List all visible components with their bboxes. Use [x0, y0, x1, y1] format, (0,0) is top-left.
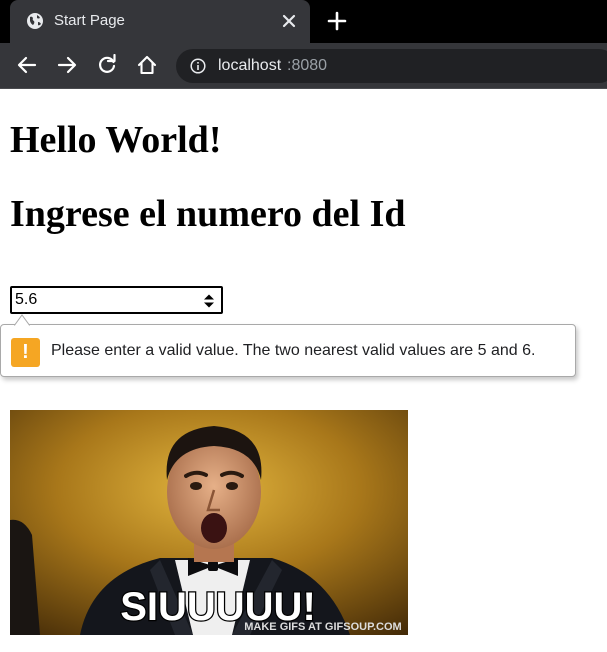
browser-tabstrip: Start Page: [0, 0, 607, 43]
heading-ingrese-id: Ingrese el numero del Id: [10, 193, 406, 235]
url-host: localhost: [218, 57, 282, 74]
id-number-input[interactable]: 5.6: [10, 286, 223, 314]
tab-title: Start Page: [54, 12, 125, 29]
globe-icon: [27, 13, 43, 29]
toolbar-divider: [0, 88, 607, 89]
tooltip-arrow: [14, 314, 30, 327]
validation-tooltip: ! Please enter a valid value. The two ne…: [0, 312, 577, 378]
spinner-icon[interactable]: [203, 292, 215, 310]
home-icon[interactable]: [136, 54, 158, 76]
arrow-right-icon[interactable]: [56, 54, 78, 76]
info-icon[interactable]: [190, 58, 206, 74]
browser-tab[interactable]: Start Page: [10, 0, 310, 43]
celebration-gif: SIUUUUU! MAKE GIFS AT GIFSOUP.COM: [10, 410, 408, 635]
validation-bubble: ! Please enter a valid value. The two ne…: [0, 324, 576, 377]
reload-icon[interactable]: [96, 54, 118, 76]
plus-icon[interactable]: [327, 11, 347, 31]
url-port: :8080: [287, 57, 328, 74]
close-icon[interactable]: [280, 12, 298, 30]
arrow-left-icon[interactable]: [16, 54, 38, 76]
validation-message: Please enter a valid value. The two near…: [51, 342, 536, 359]
gif-watermark: MAKE GIFS AT GIFSOUP.COM: [244, 621, 401, 633]
browser-toolbar: localhost :8080: [0, 43, 607, 88]
address-bar[interactable]: localhost :8080: [176, 49, 607, 83]
heading-hello: Hello World!: [10, 119, 222, 161]
id-input-value: 5.6: [15, 291, 38, 308]
warning-icon: !: [11, 338, 40, 367]
